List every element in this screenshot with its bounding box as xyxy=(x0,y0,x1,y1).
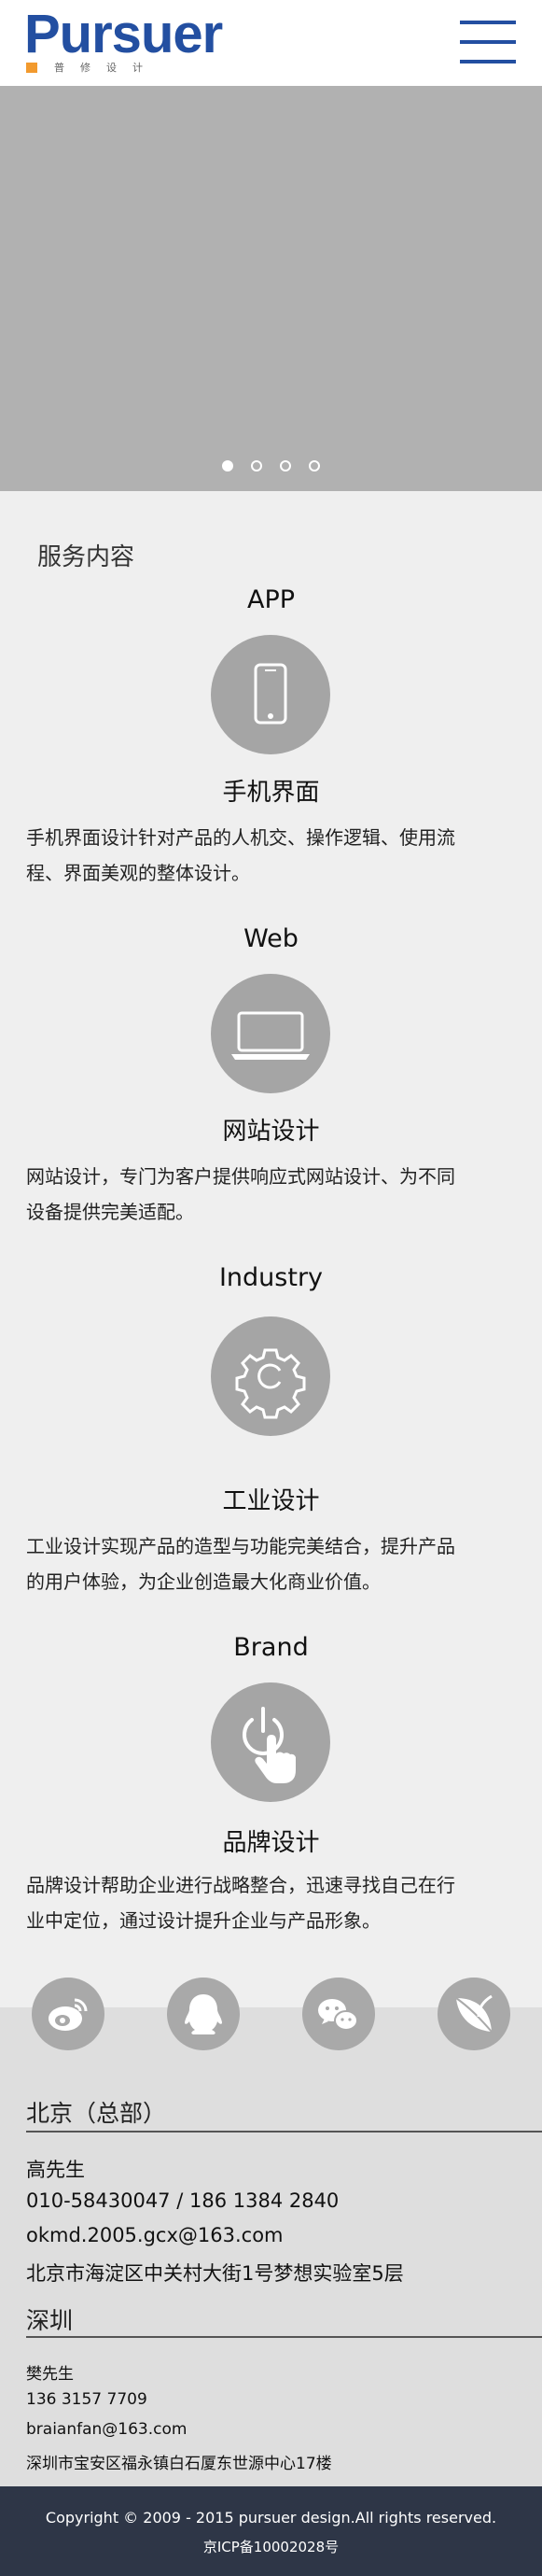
carousel-dot-3[interactable] xyxy=(280,460,291,472)
service-label-industry: Industry xyxy=(218,1263,324,1292)
contact-address: 北京市海淀区中关村大街1号梦想实验室5层 xyxy=(26,2262,404,2285)
copyright-text: Copyright © 2009 - 2015 pursuer design.A… xyxy=(45,2509,497,2527)
desc-line: 手机界面设计针对产品的人机交、操作逻辑、使用流 xyxy=(26,826,455,849)
service-name-web: 网站设计 xyxy=(222,1118,320,1146)
carousel-dot-2[interactable] xyxy=(251,460,262,472)
gear-icon[interactable] xyxy=(211,1316,330,1436)
desc-line: 工业设计实现产品的造型与功能完美结合，提升产品 xyxy=(26,1535,455,1557)
service-label-app: APP xyxy=(246,585,296,614)
leaf-logo-icon[interactable] xyxy=(438,1978,510,2050)
qq-icon[interactable] xyxy=(167,1978,240,2050)
footer-contact xyxy=(0,2007,542,2486)
desc-line: 品牌设计帮助企业进行战略整合，迅速寻找自己在行 xyxy=(26,1874,455,1896)
power-touch-icon[interactable] xyxy=(211,1682,330,1802)
desc-line: 的用户体验，为企业创造最大化商业价值。 xyxy=(26,1570,381,1593)
logo-subtitle: 普修设计 xyxy=(54,62,159,74)
menu-bar xyxy=(460,21,516,24)
desc-line: 程、界面美观的整体设计。 xyxy=(26,862,250,884)
desc-line: 设备提供完美适配。 xyxy=(26,1201,194,1223)
carousel-dot-1[interactable] xyxy=(222,460,233,472)
wechat-icon[interactable] xyxy=(302,1978,375,2050)
header: Pursuer 普修设计 xyxy=(0,0,542,86)
service-label-web: Web xyxy=(243,924,299,953)
logo-accent-mark xyxy=(26,63,37,73)
logo[interactable]: Pursuer xyxy=(24,6,223,63)
city-beijing-heading: 北京（总部） xyxy=(26,2100,167,2127)
desc-line: 业中定位，通过设计提升企业与产品形象。 xyxy=(26,1909,381,1932)
contact-email[interactable]: okmd.2005.gcx@163.com xyxy=(26,2224,284,2246)
contact-phone[interactable]: 010-58430047 / 186 1384 2840 xyxy=(26,2189,339,2212)
divider xyxy=(26,2131,542,2133)
desc-line: 网站设计，专门为客户提供响应式网站设计、为不同 xyxy=(26,1165,455,1188)
section-title: 服务内容 xyxy=(37,543,135,571)
laptop-icon[interactable] xyxy=(211,974,330,1093)
copyright-bar: Copyright © 2009 - 2015 pursuer design.A… xyxy=(0,2486,542,2576)
contact-email[interactable]: braianfan@163.com xyxy=(26,2420,187,2439)
carousel-indicators xyxy=(0,460,542,475)
menu-bar xyxy=(460,60,516,63)
service-name-app: 手机界面 xyxy=(222,779,320,807)
service-desc-web: 网站设计，专门为客户提供响应式网站设计、为不同 设备提供完美适配。 xyxy=(26,1159,519,1230)
smartphone-icon[interactable] xyxy=(211,635,330,754)
service-desc-app: 手机界面设计针对产品的人机交、操作逻辑、使用流 程、界面美观的整体设计。 xyxy=(26,820,519,891)
contact-phone[interactable]: 136 3157 7709 xyxy=(26,2390,147,2409)
service-desc-industry: 工业设计实现产品的造型与功能完美结合，提升产品 的用户体验，为企业创造最大化商业… xyxy=(26,1528,519,1599)
icp-license[interactable]: 京ICP备10002028号 xyxy=(0,2537,542,2556)
divider xyxy=(26,2336,542,2338)
hamburger-menu-icon[interactable] xyxy=(460,21,516,63)
carousel-dot-4[interactable] xyxy=(309,460,320,472)
contact-name: 樊先生 xyxy=(26,2365,74,2384)
banner-carousel[interactable] xyxy=(0,86,542,491)
contact-address: 深圳市宝安区福永镇白石厦东世源中心17楼 xyxy=(26,2455,332,2473)
service-name-industry: 工业设计 xyxy=(222,1487,320,1515)
contact-name: 高先生 xyxy=(26,2159,85,2181)
weibo-icon[interactable] xyxy=(32,1978,104,2050)
service-name-brand: 品牌设计 xyxy=(222,1829,320,1857)
service-label-brand: Brand xyxy=(233,1633,309,1662)
city-shenzhen-heading: 深圳 xyxy=(26,2307,74,2334)
menu-bar xyxy=(460,40,516,44)
service-desc-brand: 品牌设计帮助企业进行战略整合，迅速寻找自己在行 业中定位，通过设计提升企业与产品… xyxy=(26,1867,519,1938)
